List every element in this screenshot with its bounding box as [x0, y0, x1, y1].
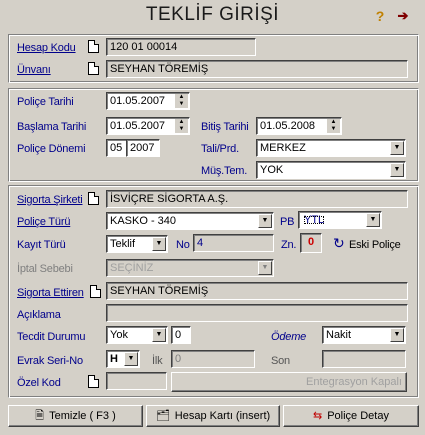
pb-select[interactable]: YTL ▼ — [298, 211, 382, 229]
odeme-dropdown-icon[interactable]: ▼ — [390, 328, 404, 342]
transfer-arrows-icon: ⇆ — [313, 410, 323, 422]
ilk-field[interactable]: 0 — [171, 350, 255, 368]
police-turu-select[interactable]: KASKO - 340 ▼ — [106, 212, 274, 230]
evrak-seri-no-label: Evrak Seri-No — [17, 355, 83, 367]
hesap-karti-label: Hesap Kartı (insert) — [174, 410, 271, 422]
evrak-seri-select[interactable]: H ▼ — [106, 350, 140, 368]
eski-police-icon[interactable]: ↻ — [333, 235, 345, 252]
tecdit-durumu-select[interactable]: Yok ▼ — [106, 326, 168, 344]
tali-prd-dropdown-icon[interactable]: ▼ — [390, 141, 404, 155]
kayit-turu-value: Teklif — [110, 238, 136, 250]
sigorta-sirketi-field[interactable]: İSVİÇRE SİGORTA A.Ş. — [106, 190, 408, 208]
kayit-turu-dropdown-icon[interactable]: ▼ — [152, 237, 166, 251]
police-turu-dropdown-icon[interactable]: ▼ — [258, 214, 272, 228]
exit-icon[interactable]: ➔ — [395, 8, 411, 24]
eski-police-label[interactable]: Eski Poliçe — [349, 238, 401, 252]
temizle-button[interactable]: 🗎 Temizle ( F3 ) — [8, 405, 143, 427]
police-tarihi-spinner[interactable]: ▲ ▼ — [174, 94, 188, 108]
tecdit-durumu-value: Yok — [110, 329, 128, 341]
mus-tem-value: YOK — [260, 164, 284, 176]
sigorta-ettiren-field[interactable]: SEYHAN TÖREMİŞ — [106, 282, 408, 300]
ozel-kod-field[interactable] — [106, 372, 167, 390]
police-turu-label: Poliçe Türü — [17, 216, 71, 228]
temizle-label: Temizle ( F3 ) — [49, 410, 116, 422]
bitis-tarihi-field[interactable]: 01.05.2008 ▲ ▼ — [256, 117, 342, 135]
tali-prd-label: Tali/Prd. — [201, 143, 239, 155]
tecdit-count-field[interactable]: 0 — [171, 326, 191, 344]
police-tarihi-field[interactable]: 01.05.2007 ▲ ▼ — [106, 92, 190, 110]
tecdit-durumu-label: Tecdit Durumu — [17, 331, 86, 343]
aciklama-field[interactable] — [106, 304, 408, 322]
unvani-doc-icon[interactable] — [88, 62, 99, 75]
baslama-tarihi-spinner[interactable]: ▲ ▼ — [174, 119, 188, 133]
no-label: No — [176, 239, 190, 251]
pb-dropdown-icon[interactable]: ▼ — [366, 213, 380, 227]
hesap-kodu-field[interactable]: 120 01 00014 — [106, 38, 256, 56]
police-turu-value: KASKO - 340 — [110, 215, 177, 227]
ozel-kod-doc-icon[interactable] — [88, 375, 99, 388]
police-donemi-label: Poliçe Dönemi — [17, 143, 86, 155]
police-detay-label: Poliçe Detay — [327, 410, 389, 422]
zn-label: Zn. — [281, 239, 297, 251]
mus-tem-dropdown-icon[interactable]: ▼ — [390, 163, 404, 177]
entegrasyon-button[interactable]: Entegrasyon Kapalı — [171, 372, 407, 392]
unvani-label: Ünvanı — [17, 64, 51, 76]
cards-icon: 🗂 — [155, 410, 170, 422]
help-icon[interactable]: ? — [372, 8, 388, 24]
mus-tem-select[interactable]: YOK ▼ — [256, 161, 406, 179]
baslama-tarihi-field[interactable]: 01.05.2007 ▲ ▼ — [106, 117, 190, 135]
iptal-sebebi-label: İptal Sebebi — [17, 263, 73, 275]
aciklama-label: Açıklama — [17, 309, 61, 321]
sigorta-ettiren-doc-icon[interactable] — [90, 285, 101, 298]
no-field[interactable]: 4 — [193, 234, 274, 252]
pb-value: YTL — [304, 214, 325, 226]
police-donemi-year-field[interactable]: 2007 — [126, 139, 160, 157]
baslama-tarihi-value: 01.05.2007 — [110, 120, 166, 132]
son-field[interactable] — [322, 350, 406, 368]
mus-tem-label: Müş.Tem. — [201, 165, 248, 177]
son-label: Son — [271, 355, 290, 367]
tali-prd-value: MERKEZ — [260, 142, 306, 154]
tecdit-durumu-dropdown-icon[interactable]: ▼ — [152, 328, 166, 342]
tali-prd-select[interactable]: MERKEZ ▼ — [256, 139, 406, 157]
police-tarihi-label: Poliçe Tarihi — [17, 96, 74, 108]
pb-label: PB — [280, 216, 295, 228]
bitis-tarihi-label: Bitiş Tarihi — [201, 121, 249, 133]
bitis-tarihi-spinner[interactable]: ▲ ▼ — [326, 119, 340, 133]
iptal-sebebi-select[interactable]: SEÇİNİZ ▼ — [106, 259, 274, 277]
sigorta-sirketi-doc-icon[interactable] — [88, 192, 99, 205]
bitis-tarihi-value: 01.05.2008 — [260, 120, 316, 132]
evrak-seri-dropdown-icon[interactable]: ▼ — [124, 352, 138, 366]
hesap-kodu-doc-icon[interactable] — [88, 40, 99, 53]
police-donemi-month-field[interactable]: 05 — [106, 139, 127, 157]
odeme-value: Nakit — [326, 329, 352, 341]
sigorta-ettiren-label: Sigorta Ettiren — [17, 287, 84, 299]
zn-field[interactable]: 0 — [300, 233, 322, 253]
document-icon: 🗎 — [35, 410, 45, 422]
police-detay-button[interactable]: ⇆ Poliçe Detay — [283, 405, 419, 427]
odeme-select[interactable]: Nakit ▼ — [322, 326, 406, 344]
sigorta-sirketi-label: Sigorta Şirketi — [17, 194, 83, 206]
iptal-sebebi-value: SEÇİNİZ — [110, 262, 154, 274]
unvani-field[interactable]: SEYHAN TÖREMİŞ — [106, 60, 408, 78]
hesap-kodu-label: Hesap Kodu — [17, 42, 76, 54]
iptal-sebebi-dropdown-icon[interactable]: ▼ — [258, 261, 272, 275]
hesap-karti-button[interactable]: 🗂 Hesap Kartı (insert) — [146, 405, 280, 427]
police-tarihi-value: 01.05.2007 — [110, 95, 166, 107]
baslama-tarihi-label: Başlama Tarihi — [17, 121, 87, 133]
odeme-label: Ödeme — [271, 331, 307, 343]
window-title: TEKLİF GİRİŞİ — [145, 4, 280, 25]
kayit-turu-select[interactable]: Teklif ▼ — [106, 235, 168, 253]
evrak-seri-value: H — [110, 353, 118, 365]
ilk-label: İlk — [152, 355, 163, 367]
ozel-kod-label: Özel Kod — [17, 377, 61, 389]
kayit-turu-label: Kayıt Türü — [17, 239, 66, 251]
